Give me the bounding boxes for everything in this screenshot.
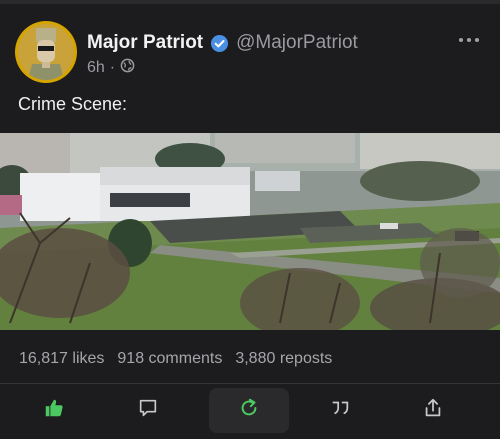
comment-button[interactable]	[108, 388, 188, 433]
engagement-stats: 16,817 likes 918 comments 3,880 reposts	[19, 350, 332, 368]
thumbs-up-icon	[43, 397, 65, 424]
comment-icon	[137, 397, 159, 424]
more-options-icon[interactable]	[457, 33, 481, 47]
post-header: Major Patriot @MajorPatriot 6h ·	[15, 21, 485, 83]
post-text: Crime Scene:	[18, 94, 128, 114]
like-button[interactable]	[14, 388, 94, 433]
verified-badge-icon	[210, 34, 229, 53]
author-line: Major Patriot @MajorPatriot	[87, 31, 358, 55]
top-divider	[0, 0, 500, 4]
avatar-image	[18, 24, 74, 80]
repost-button[interactable]	[209, 388, 289, 433]
author-handle[interactable]: @MajorPatriot	[236, 32, 358, 54]
comments-count[interactable]: 918 comments	[117, 350, 222, 368]
likes-count[interactable]: 16,817 likes	[19, 350, 104, 368]
avatar[interactable]	[15, 21, 77, 83]
actions-divider	[0, 383, 500, 384]
action-bar	[0, 388, 500, 433]
post-time[interactable]: 6h	[87, 59, 105, 77]
post-image[interactable]	[0, 133, 500, 330]
meta-separator: ·	[109, 59, 116, 76]
quote-button[interactable]	[300, 388, 380, 433]
share-button[interactable]	[393, 388, 473, 433]
repost-icon	[238, 397, 260, 424]
reposts-count[interactable]: 3,880 reposts	[235, 350, 332, 368]
post-meta: 6h ·	[87, 58, 135, 78]
author-name[interactable]: Major Patriot	[87, 32, 203, 54]
globe-icon	[120, 58, 135, 78]
share-icon	[422, 397, 444, 424]
quote-icon	[329, 397, 351, 424]
